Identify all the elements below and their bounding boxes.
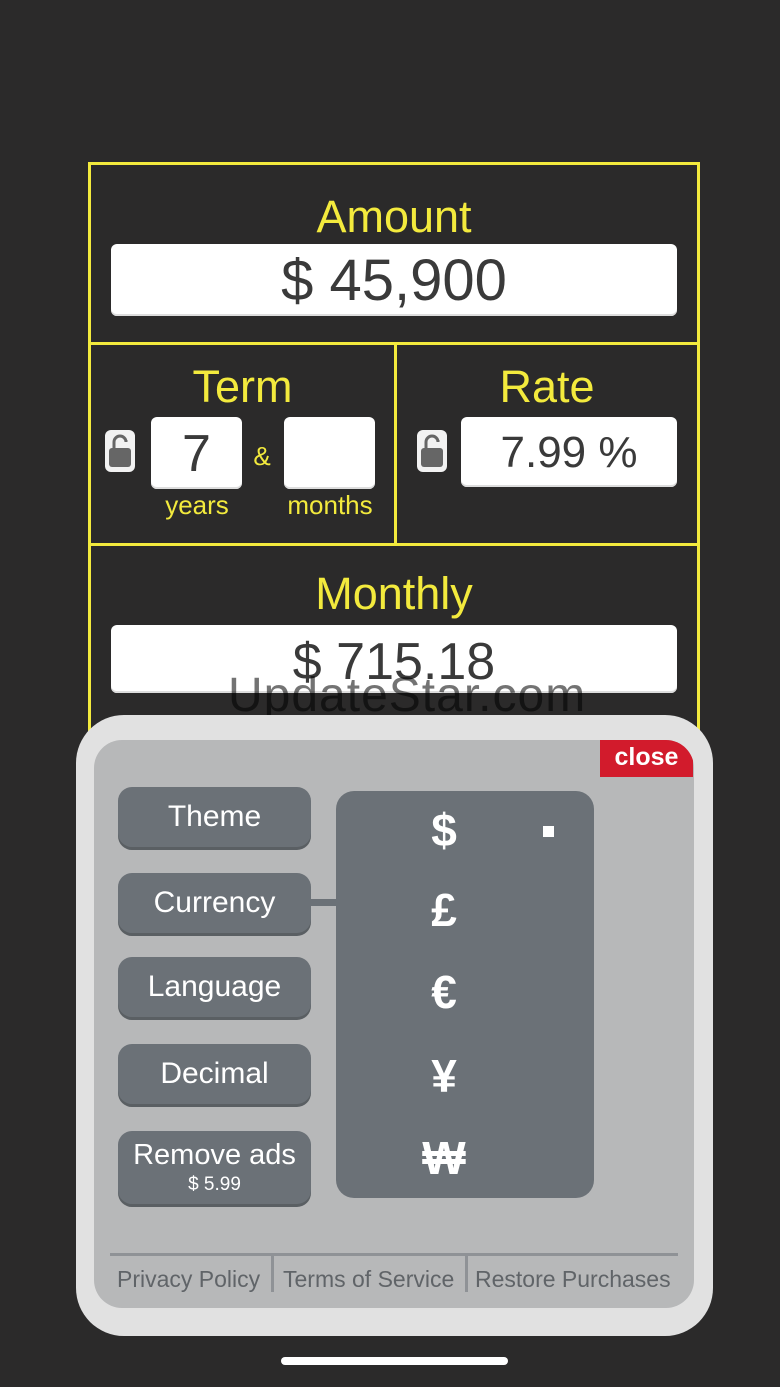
currency-button-label: Currency: [153, 886, 276, 919]
currency-dollar[interactable]: $: [336, 803, 552, 857]
footer-divider: [110, 1253, 678, 1256]
terms-of-service-link[interactable]: Terms of Service: [283, 1266, 454, 1293]
rate-field[interactable]: 7.99 %: [461, 417, 677, 487]
restore-purchases-link[interactable]: Restore Purchases: [475, 1266, 671, 1293]
rate-label: Rate: [499, 361, 595, 412]
decimal-button[interactable]: Decimal: [118, 1044, 311, 1104]
selected-indicator: [543, 826, 554, 837]
monthly-label: Monthly: [315, 568, 473, 619]
footer-separator: [465, 1256, 468, 1292]
currency-euro[interactable]: €: [336, 965, 552, 1019]
language-button[interactable]: Language: [118, 957, 311, 1017]
term-label: Term: [192, 361, 293, 412]
home-indicator[interactable]: [281, 1357, 508, 1365]
currency-yen[interactable]: ¥: [336, 1049, 552, 1103]
theme-button-label: Theme: [167, 800, 262, 833]
term-ampersand: &: [253, 441, 271, 471]
footer-separator: [271, 1256, 274, 1292]
term-months-field[interactable]: [284, 417, 375, 489]
amount-section: Amount $ 45,900: [91, 165, 697, 345]
theme-button[interactable]: Theme: [118, 787, 311, 847]
currency-connector: [311, 899, 337, 906]
privacy-policy-link[interactable]: Privacy Policy: [117, 1266, 260, 1293]
remove-ads-label: Remove ads: [133, 1139, 296, 1171]
term-lock-icon[interactable]: [105, 430, 135, 472]
decimal-button-label: Decimal: [160, 1057, 269, 1090]
currency-list: $ £ € ¥ ₩: [336, 791, 594, 1198]
rate-lock-icon[interactable]: [417, 430, 447, 472]
amount-label: Amount: [316, 191, 472, 242]
close-button[interactable]: close: [600, 740, 693, 777]
currency-button[interactable]: Currency: [118, 873, 311, 933]
amount-field[interactable]: $ 45,900: [111, 244, 677, 316]
language-button-label: Language: [147, 970, 282, 1003]
term-years-field[interactable]: 7: [151, 417, 242, 489]
currency-pound[interactable]: £: [336, 883, 552, 937]
remove-ads-button[interactable]: Remove ads $ 5.99: [118, 1131, 311, 1204]
settings-panel: close Theme Currency Language Decimal Re…: [94, 740, 694, 1308]
remove-ads-price: $ 5.99: [188, 1174, 241, 1195]
rate-section: Rate 7.99 %: [397, 345, 697, 546]
months-label: months: [287, 490, 373, 520]
currency-won[interactable]: ₩: [336, 1131, 552, 1185]
years-label: years: [165, 490, 229, 520]
term-section: Term 7 & years months: [91, 345, 397, 546]
settings-overlay: close Theme Currency Language Decimal Re…: [76, 715, 713, 1336]
